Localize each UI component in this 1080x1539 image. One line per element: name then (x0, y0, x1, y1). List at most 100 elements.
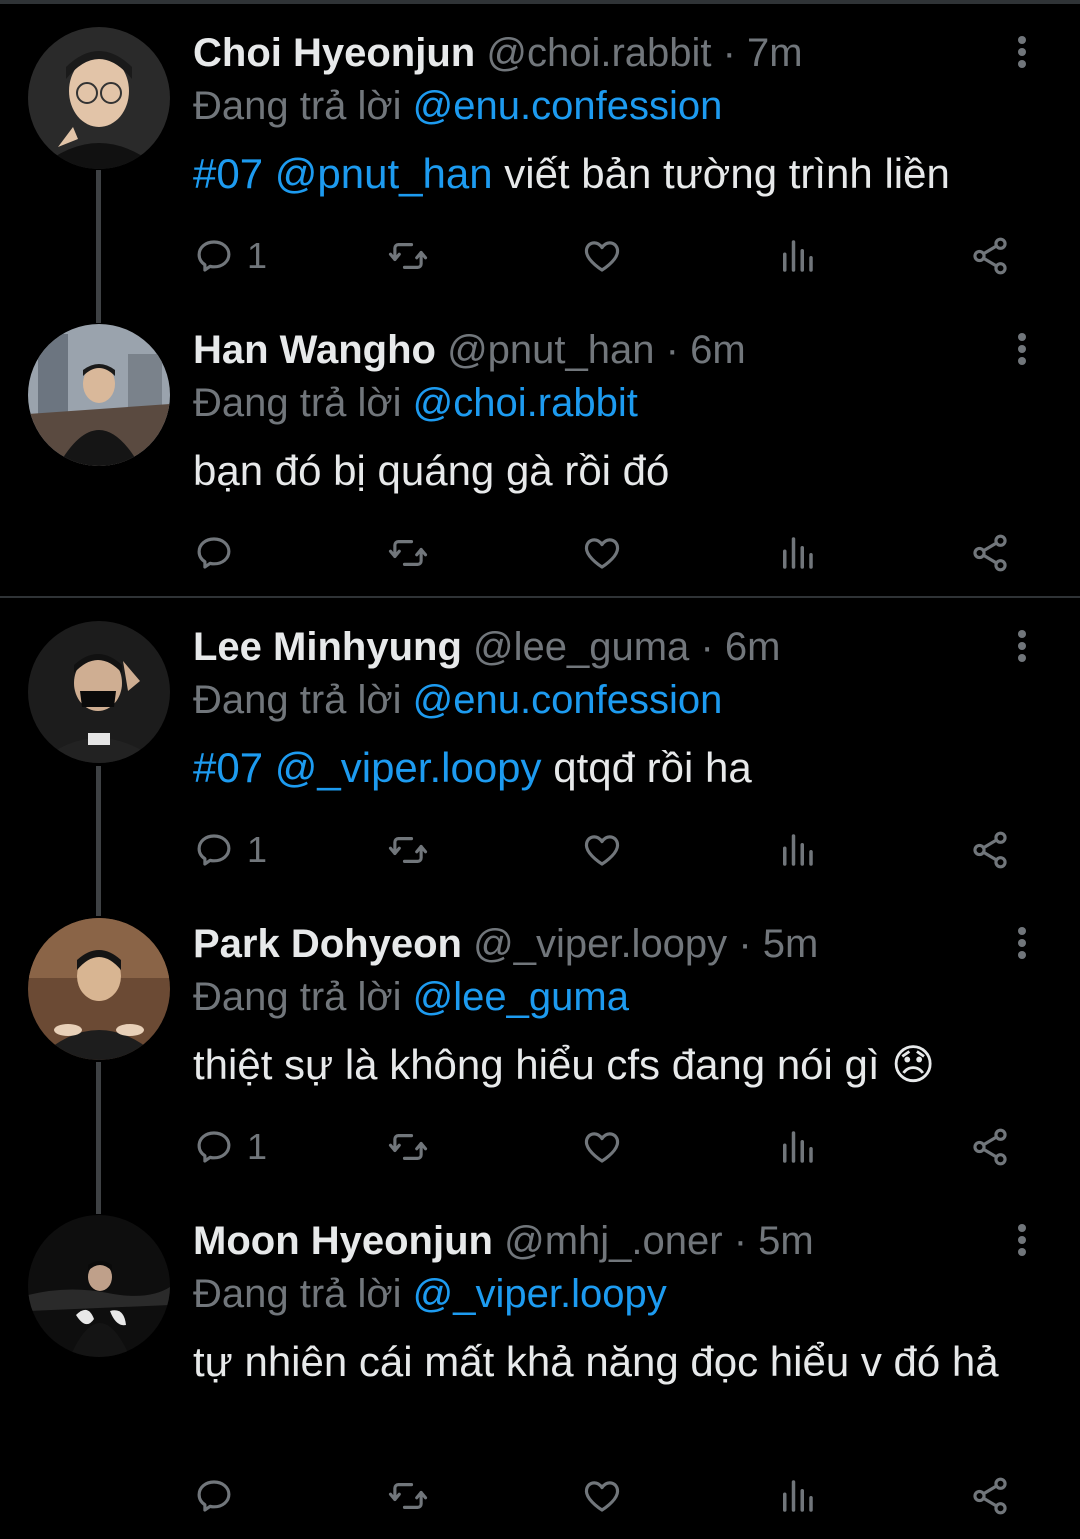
reply-button[interactable] (193, 1471, 247, 1521)
share-button[interactable] (969, 1122, 1011, 1172)
reply-icon (197, 1480, 231, 1512)
like-icon (584, 1481, 620, 1512)
views-button[interactable] (776, 231, 818, 281)
display-name[interactable]: Lee Minhyung (193, 625, 462, 669)
share-button[interactable] (969, 231, 1011, 281)
retweet-button[interactable] (387, 1122, 429, 1172)
reply-icon (197, 240, 231, 272)
tweet-text: tự nhiên cái mất khả năng đọc hiểu v đó … (193, 1334, 1013, 1390)
like-button[interactable] (581, 231, 623, 281)
more-icon[interactable] (1008, 927, 1036, 967)
like-button[interactable] (581, 1471, 623, 1521)
retweet-button[interactable] (387, 1471, 429, 1521)
tweet[interactable]: Han Wangho @pnut_han · 6m Đang trả lời @… (0, 297, 1080, 595)
user-handle[interactable]: @mhj_.oner (504, 1219, 722, 1263)
share-icon (973, 237, 1007, 275)
display-name[interactable]: Choi Hyeonjun (193, 31, 475, 75)
mention-link[interactable]: @pnut_han (275, 150, 493, 197)
share-button[interactable] (969, 1471, 1011, 1521)
views-button[interactable] (776, 528, 818, 578)
retweet-icon (388, 243, 428, 269)
like-icon (584, 538, 620, 569)
reply-button[interactable] (193, 528, 247, 578)
views-icon (783, 1131, 813, 1163)
avatar[interactable] (28, 324, 170, 466)
more-icon[interactable] (1008, 36, 1036, 76)
tweet-header: Choi Hyeonjun @choi.rabbit · 7m (193, 28, 803, 78)
retweet-button[interactable] (387, 825, 429, 875)
replying-to-link[interactable]: @enu.confession (413, 678, 723, 722)
user-handle[interactable]: @choi.rabbit (486, 31, 711, 75)
display-name[interactable]: Moon Hyeonjun (193, 1219, 493, 1263)
reply-button[interactable]: 1 (193, 231, 267, 281)
more-icon[interactable] (1008, 333, 1036, 373)
timestamp[interactable]: · 5m (734, 1219, 814, 1263)
reply-button[interactable]: 1 (193, 825, 267, 875)
tweet[interactable]: Lee Minhyung @lee_guma · 6m Đang trả lời… (0, 594, 1080, 891)
replying-label: Đang trả lời (193, 1272, 402, 1316)
views-icon (783, 240, 813, 272)
action-bar: 1 (193, 825, 1033, 875)
tweet[interactable]: Moon Hyeonjun @mhj_.oner · 5m Đang trả l… (0, 1188, 1080, 1539)
user-handle[interactable]: @_viper.loopy (473, 922, 727, 966)
share-button[interactable] (969, 528, 1011, 578)
avatar[interactable] (28, 621, 170, 763)
replying-to-link[interactable]: @_viper.loopy (413, 1272, 667, 1316)
reply-count: 1 (247, 829, 268, 870)
display-name[interactable]: Park Dohyeon (193, 922, 462, 966)
replying-to: Đang trả lời @lee_guma (193, 972, 629, 1022)
reply-count: 1 (247, 1126, 268, 1167)
like-button[interactable] (581, 528, 623, 578)
retweet-button[interactable] (387, 528, 429, 578)
replying-to-link[interactable]: @choi.rabbit (413, 381, 638, 425)
replying-to-link[interactable]: @lee_guma (413, 975, 629, 1019)
like-icon (584, 241, 620, 272)
action-bar (193, 528, 1033, 578)
timestamp[interactable]: · 6m (700, 625, 780, 669)
replying-label: Đang trả lời (193, 381, 402, 425)
reply-count: 1 (247, 235, 268, 276)
timestamp[interactable]: · 7m (723, 31, 803, 75)
action-bar (193, 1471, 1033, 1521)
retweet-icon (388, 1134, 428, 1160)
like-button[interactable] (581, 1122, 623, 1172)
reply-icon (197, 1131, 231, 1163)
tweet[interactable]: Park Dohyeon @_viper.loopy · 5m Đang trả… (0, 891, 1080, 1188)
views-button[interactable] (776, 825, 818, 875)
replying-to-link[interactable]: @enu.confession (413, 84, 723, 128)
tweet[interactable]: Choi Hyeonjun @choi.rabbit · 7m Đang trả… (0, 0, 1080, 297)
like-icon (584, 1132, 620, 1163)
timestamp[interactable]: · 6m (666, 328, 746, 372)
mention-link[interactable]: @_viper.loopy (275, 744, 542, 791)
replying-to: Đang trả lời @enu.confession (193, 81, 722, 131)
tweet-body: thiệt sự là không hiểu cfs đang nói gì 😞 (193, 1041, 936, 1088)
retweet-icon (388, 837, 428, 863)
share-icon (973, 831, 1007, 869)
avatar[interactable] (28, 27, 170, 169)
user-handle[interactable]: @pnut_han (447, 328, 654, 372)
like-button[interactable] (581, 825, 623, 875)
views-button[interactable] (776, 1122, 818, 1172)
retweet-button[interactable] (387, 231, 429, 281)
display-name[interactable]: Han Wangho (193, 328, 436, 372)
hashtag-link[interactable]: #07 (193, 744, 263, 791)
tweet-body: tự nhiên cái mất khả năng đọc hiểu v đó … (193, 1338, 999, 1385)
reply-icon (197, 834, 231, 866)
avatar[interactable] (28, 1215, 170, 1357)
avatar[interactable] (28, 918, 170, 1060)
replying-to: Đang trả lời @_viper.loopy (193, 1269, 667, 1319)
share-button[interactable] (969, 825, 1011, 875)
tweet-header: Park Dohyeon @_viper.loopy · 5m (193, 919, 818, 969)
hashtag-link[interactable]: #07 (193, 150, 263, 197)
more-icon[interactable] (1008, 1224, 1036, 1264)
action-bar: 1 (193, 231, 1033, 281)
views-button[interactable] (776, 1471, 818, 1521)
more-icon[interactable] (1008, 630, 1036, 670)
views-icon (783, 834, 813, 866)
timestamp[interactable]: · 5m (738, 922, 818, 966)
tweet-header: Moon Hyeonjun @mhj_.oner · 5m (193, 1216, 814, 1266)
tweet-header: Lee Minhyung @lee_guma · 6m (193, 622, 780, 672)
reply-button[interactable]: 1 (193, 1122, 267, 1172)
user-handle[interactable]: @lee_guma (473, 625, 689, 669)
reply-icon (197, 537, 231, 569)
